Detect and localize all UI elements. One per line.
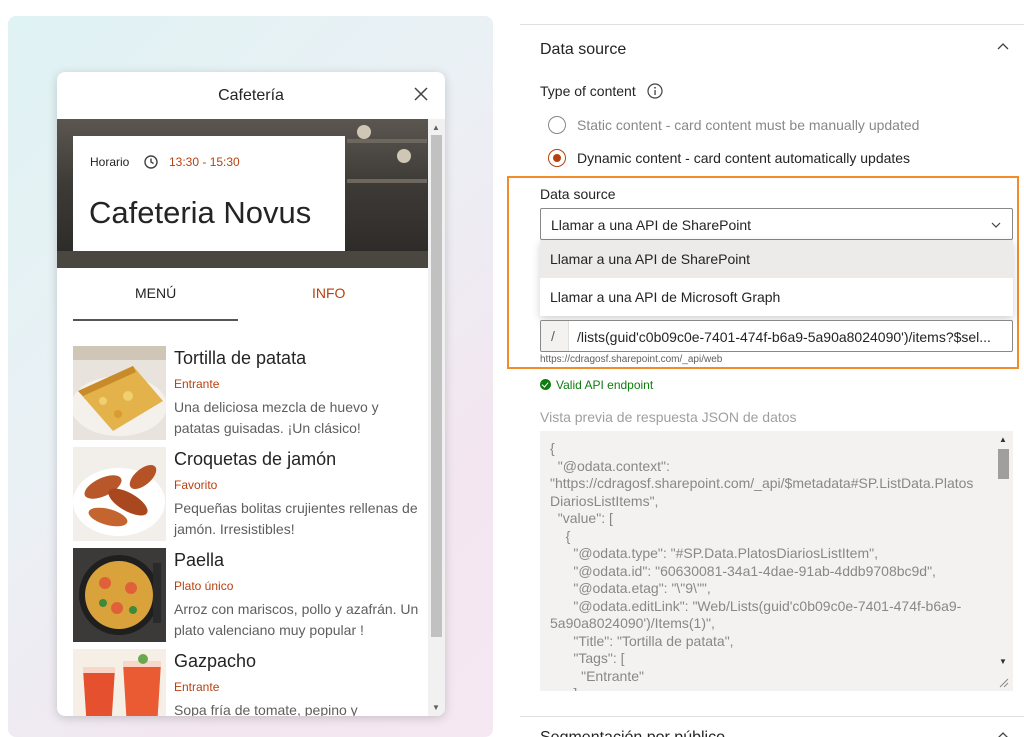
- divider: [520, 24, 1024, 25]
- check-circle-icon: [540, 379, 551, 390]
- radio-button[interactable]: [548, 149, 566, 167]
- data-source-dropdown: Llamar a una API de SharePoint Llamar a …: [540, 240, 1013, 316]
- card-tabs: MENÚ INFO: [57, 268, 428, 324]
- hours-value: 13:30 - 15:30: [169, 155, 240, 169]
- tab-underline: [73, 319, 238, 321]
- card-preview: Cafetería Horario 13:30 - 15:30 Cafeteri…: [57, 72, 445, 716]
- tortilla-image: [73, 346, 166, 440]
- hero-counter: [57, 251, 428, 268]
- hero-shelf: [347, 179, 427, 183]
- item-tag: Plato único: [174, 579, 234, 593]
- paella-image: [73, 548, 166, 642]
- section-title[interactable]: Data source: [540, 41, 626, 59]
- item-name: Tortilla de patata: [174, 348, 307, 368]
- hero-lamp: [357, 125, 371, 139]
- tab-menu[interactable]: MENÚ: [135, 285, 176, 301]
- item-description: Una deliciosa mezcla de huevo y patatas …: [174, 399, 379, 436]
- info-icon[interactable]: [647, 83, 663, 99]
- close-icon[interactable]: [411, 84, 431, 104]
- item-name: Croquetas de jamón: [174, 449, 337, 469]
- item-tag: Entrante: [174, 680, 220, 694]
- api-url-input[interactable]: / /lists(guid'c0b09c0e-7401-474f-b6a9-5a…: [540, 320, 1013, 352]
- scroll-up-icon[interactable]: ▲: [432, 123, 440, 132]
- item-description: Pequeñas bolitas crujientes rellenas de …: [174, 500, 418, 537]
- hero-lamp: [397, 149, 411, 163]
- list-item[interactable]: Tortilla de patata Entrante Una delicios…: [57, 344, 428, 445]
- hero-info-box: Horario 13:30 - 15:30 Cafeteria Novus: [73, 136, 345, 251]
- item-name: Paella: [174, 550, 225, 570]
- divider: [520, 716, 1024, 717]
- gazpacho-image: [73, 649, 166, 716]
- card-header: Cafetería: [57, 72, 445, 119]
- hero-banner: Horario 13:30 - 15:30 Cafeteria Novus: [57, 119, 428, 268]
- list-item[interactable]: Paella Plato único Arroz con mariscos, p…: [57, 546, 428, 647]
- url-value: /lists(guid'c0b09c0e-7401-474f-b6a9-5a90…: [577, 329, 991, 345]
- scroll-thumb[interactable]: [998, 449, 1009, 479]
- url-hint: https://cdragosf.sharepoint.com/_api/web: [540, 354, 723, 365]
- json-preview-text: { "@odata.context": "https://cdragosf.sh…: [550, 440, 974, 691]
- chevron-down-icon: [991, 222, 1001, 228]
- json-preview-label: Vista previa de respuesta JSON de datos: [540, 409, 797, 425]
- type-of-content-label: Type of content: [540, 83, 636, 99]
- json-scrollbar[interactable]: ▲ ▼: [995, 431, 1012, 691]
- validation-text: Valid API endpoint: [556, 378, 654, 392]
- item-tag: Favorito: [174, 478, 218, 492]
- menu-list: Tortilla de patata Entrante Una delicios…: [57, 344, 428, 716]
- dropdown-option-graph[interactable]: Llamar a una API de Microsoft Graph: [540, 278, 1013, 316]
- card-title: Cafetería: [218, 87, 284, 104]
- tab-info[interactable]: INFO: [312, 285, 345, 301]
- option-label: Llamar a una API de SharePoint: [550, 251, 751, 267]
- item-description: Sopa fría de tomate, pepino y: [174, 702, 358, 716]
- hours-label: Horario: [90, 155, 130, 169]
- hero-shelf: [347, 139, 427, 143]
- data-source-select[interactable]: Llamar a una API de SharePoint: [540, 208, 1013, 240]
- list-item[interactable]: Gazpacho Entrante Sopa fría de tomate, p…: [57, 647, 428, 716]
- scroll-down-icon[interactable]: ▼: [432, 703, 440, 712]
- radio-button[interactable]: [548, 116, 566, 134]
- resize-handle-icon[interactable]: [997, 676, 1009, 688]
- radio-label: Dynamic content - card content automatic…: [577, 150, 911, 166]
- item-tag: Entrante: [174, 377, 220, 391]
- section-title[interactable]: Segmentación por público: [540, 729, 725, 737]
- clock-icon: [144, 155, 158, 169]
- radio-label: Static content - card content must be ma…: [577, 117, 920, 133]
- scroll-thumb[interactable]: [431, 135, 442, 637]
- select-value: Llamar a una API de SharePoint: [551, 217, 752, 233]
- item-name: Gazpacho: [174, 651, 257, 671]
- scroll-down-icon[interactable]: ▼: [999, 657, 1007, 666]
- scroll-up-icon[interactable]: ▲: [999, 435, 1007, 444]
- card-scrollbar[interactable]: ▲ ▼: [428, 119, 445, 716]
- list-item[interactable]: Croquetas de jamón Favorito Pequeñas bol…: [57, 445, 428, 546]
- json-preview[interactable]: { "@odata.context": "https://cdragosf.sh…: [540, 431, 1013, 691]
- item-description: Arroz con mariscos, pollo y azafrán. Un …: [174, 601, 419, 638]
- chevron-up-icon[interactable]: [996, 40, 1010, 54]
- data-source-label: Data source: [540, 186, 616, 202]
- chevron-up-icon[interactable]: [996, 729, 1010, 737]
- hero-title: Cafeteria Novus: [89, 195, 312, 230]
- url-prefix: /: [541, 321, 569, 351]
- croquetas-image: [73, 447, 166, 541]
- option-label: Llamar a una API de Microsoft Graph: [550, 289, 781, 305]
- dropdown-option-sharepoint[interactable]: Llamar a una API de SharePoint: [540, 240, 1013, 278]
- url-prefix-text: /: [551, 328, 555, 344]
